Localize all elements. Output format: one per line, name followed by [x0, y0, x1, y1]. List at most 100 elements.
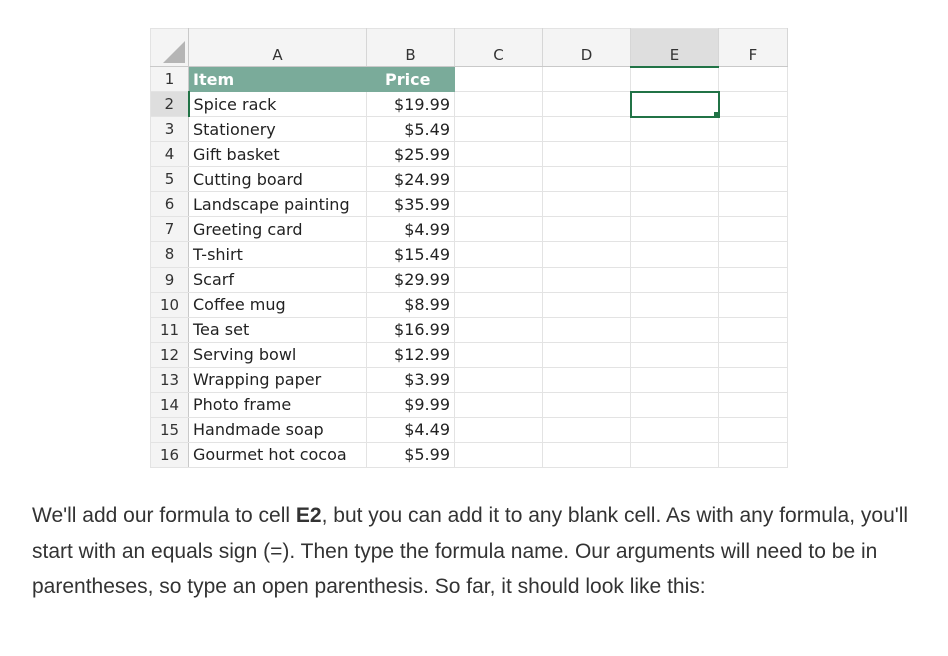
cell-c4[interactable]: [454, 141, 543, 168]
cell-price[interactable]: $16.99: [366, 316, 455, 343]
cell-item[interactable]: Greeting card: [188, 216, 367, 243]
cell-c15[interactable]: [454, 416, 543, 443]
cell-f5[interactable]: [718, 166, 788, 193]
cell-f13[interactable]: [718, 366, 788, 393]
cell-f10[interactable]: [718, 291, 788, 318]
cell-d9[interactable]: [542, 266, 631, 293]
cell-d6[interactable]: [542, 191, 631, 218]
cell-d12[interactable]: [542, 341, 631, 368]
cell-price[interactable]: $4.99: [366, 216, 455, 243]
cell-price[interactable]: $24.99: [366, 166, 455, 193]
cell-item[interactable]: Tea set: [188, 316, 367, 343]
cell-price[interactable]: $19.99: [366, 91, 455, 118]
cell-e1[interactable]: [630, 65, 719, 93]
cell-c9[interactable]: [454, 266, 543, 293]
cell-c8[interactable]: [454, 241, 543, 268]
cell-c6[interactable]: [454, 191, 543, 218]
cell-d13[interactable]: [542, 366, 631, 393]
cell-e13[interactable]: [630, 366, 719, 393]
cell-f7[interactable]: [718, 216, 788, 243]
row-header[interactable]: 14: [150, 391, 189, 418]
cell-price[interactable]: $12.99: [366, 341, 455, 368]
row-header[interactable]: 15: [150, 416, 189, 443]
cell-price[interactable]: $5.49: [366, 116, 455, 143]
cell-item[interactable]: Stationery: [188, 116, 367, 143]
cell-d3[interactable]: [542, 116, 631, 143]
column-header-d[interactable]: D: [542, 28, 631, 67]
cell-item[interactable]: Gift basket: [188, 141, 367, 168]
cell-item[interactable]: Spice rack: [188, 91, 367, 118]
cell-f14[interactable]: [718, 391, 788, 418]
cell-price[interactable]: $8.99: [366, 291, 455, 318]
cell-e7[interactable]: [630, 216, 719, 243]
cell-item[interactable]: Gourmet hot cocoa: [188, 441, 367, 469]
header-cell-price[interactable]: Price: [366, 65, 455, 93]
row-header[interactable]: 3: [150, 116, 189, 143]
cell-price[interactable]: $35.99: [366, 191, 455, 218]
cell-d4[interactable]: [542, 141, 631, 168]
cell-e9[interactable]: [630, 266, 719, 293]
cell-c3[interactable]: [454, 116, 543, 143]
cell-e12[interactable]: [630, 341, 719, 368]
cell-item[interactable]: Coffee mug: [188, 291, 367, 318]
cell-f8[interactable]: [718, 241, 788, 268]
cell-c16[interactable]: [454, 441, 543, 469]
cell-price[interactable]: $3.99: [366, 366, 455, 393]
row-header[interactable]: 10: [150, 291, 189, 318]
cell-item[interactable]: Landscape painting: [188, 191, 367, 218]
cell-e10[interactable]: [630, 291, 719, 318]
cell-item[interactable]: T-shirt: [188, 241, 367, 268]
select-all-corner[interactable]: [150, 28, 189, 67]
row-header[interactable]: 9: [150, 266, 189, 293]
cell-e6[interactable]: [630, 191, 719, 218]
cell-price[interactable]: $4.49: [366, 416, 455, 443]
row-header[interactable]: 16: [150, 441, 189, 469]
cell-f15[interactable]: [718, 416, 788, 443]
cell-d5[interactable]: [542, 166, 631, 193]
cell-c12[interactable]: [454, 341, 543, 368]
column-header-f[interactable]: F: [718, 28, 788, 67]
cell-d16[interactable]: [542, 441, 631, 469]
cell-c2[interactable]: [454, 91, 543, 118]
cell-price[interactable]: $5.99: [366, 441, 455, 469]
column-header-c[interactable]: C: [454, 28, 543, 67]
cell-f2[interactable]: [718, 91, 788, 118]
cell-c10[interactable]: [454, 291, 543, 318]
cell-item[interactable]: Cutting board: [188, 166, 367, 193]
cell-f12[interactable]: [718, 341, 788, 368]
cell-c5[interactable]: [454, 166, 543, 193]
row-header[interactable]: 12: [150, 341, 189, 368]
cell-price[interactable]: $25.99: [366, 141, 455, 168]
row-header[interactable]: 11: [150, 316, 189, 343]
cell-item[interactable]: Photo frame: [188, 391, 367, 418]
cell-d11[interactable]: [542, 316, 631, 343]
cell-c11[interactable]: [454, 316, 543, 343]
row-header[interactable]: 13: [150, 366, 189, 393]
cell-item[interactable]: Handmade soap: [188, 416, 367, 443]
row-header[interactable]: 7: [150, 216, 189, 243]
cell-d10[interactable]: [542, 291, 631, 318]
cell-c1[interactable]: [454, 65, 543, 93]
cell-c7[interactable]: [454, 216, 543, 243]
column-header-b[interactable]: B: [366, 28, 455, 67]
cell-d15[interactable]: [542, 416, 631, 443]
cell-e5[interactable]: [630, 166, 719, 193]
header-cell-item[interactable]: Item: [188, 65, 367, 93]
cell-e4[interactable]: [630, 141, 719, 168]
cell-item[interactable]: Serving bowl: [188, 341, 367, 368]
cell-f11[interactable]: [718, 316, 788, 343]
row-header[interactable]: 6: [150, 191, 189, 218]
cell-c13[interactable]: [454, 366, 543, 393]
cell-e14[interactable]: [630, 391, 719, 418]
column-header-a[interactable]: A: [188, 28, 367, 67]
cell-c14[interactable]: [454, 391, 543, 418]
row-header[interactable]: 1: [150, 65, 189, 93]
cell-d2[interactable]: [542, 91, 631, 118]
column-header-e[interactable]: E: [630, 28, 719, 68]
cell-price[interactable]: $29.99: [366, 266, 455, 293]
row-header[interactable]: 8: [150, 241, 189, 268]
fill-handle[interactable]: [712, 110, 717, 115]
cell-item[interactable]: Scarf: [188, 266, 367, 293]
cell-d1[interactable]: [542, 65, 631, 93]
cell-f9[interactable]: [718, 266, 788, 293]
